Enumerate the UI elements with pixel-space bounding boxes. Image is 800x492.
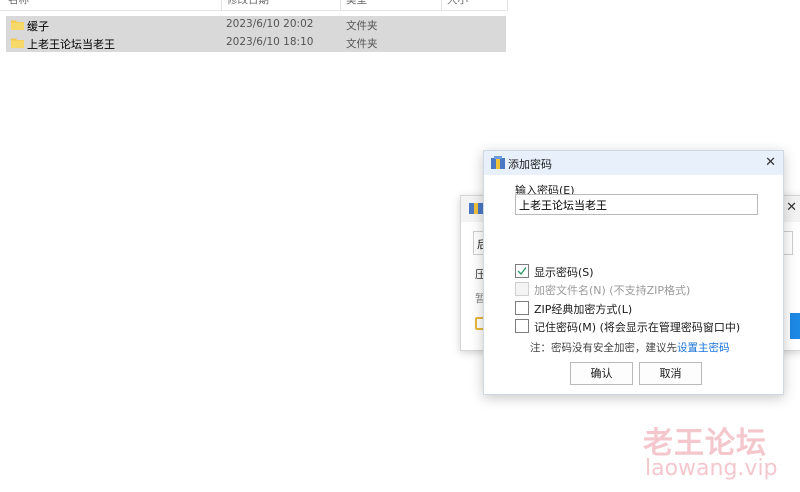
set-master-password-link[interactable]: 设置主密码 bbox=[677, 342, 730, 354]
file-modified: 2023/6/10 18:10 bbox=[226, 36, 314, 48]
file-type: 文件夹 bbox=[346, 38, 378, 50]
column-divider[interactable] bbox=[507, 0, 508, 10]
remember-password-checkbox[interactable] bbox=[515, 319, 529, 333]
option-label: ZIP经典加密方式(L) bbox=[534, 303, 633, 316]
option-label: 加密文件名(N) (不支持ZIP格式) bbox=[534, 284, 691, 297]
option-label: 显示密码(S) bbox=[534, 266, 594, 279]
column-divider[interactable] bbox=[441, 0, 442, 10]
column-name[interactable]: 名称 bbox=[8, 0, 29, 10]
encrypt-filename-checkbox bbox=[515, 282, 529, 296]
compress-button[interactable] bbox=[790, 313, 800, 339]
ok-button[interactable]: 确认 bbox=[570, 362, 633, 385]
dialog-title: 添加密码 bbox=[508, 158, 552, 171]
archive-icon bbox=[491, 156, 505, 169]
close-icon[interactable]: ✕ bbox=[786, 200, 797, 215]
watermark-url: laowang.vip bbox=[645, 456, 778, 481]
file-type: 文件夹 bbox=[346, 20, 378, 32]
folder-icon bbox=[11, 38, 24, 48]
folder-icon bbox=[11, 20, 24, 30]
close-icon[interactable]: ✕ bbox=[765, 155, 776, 170]
file-row[interactable]: 上老王论坛当老王 2023/6/10 18:10 文件夹 bbox=[6, 34, 506, 52]
archive-icon bbox=[469, 203, 483, 214]
column-modified[interactable]: 修改日期 bbox=[227, 0, 269, 10]
file-name: 上老王论坛当老王 bbox=[27, 38, 115, 51]
column-divider[interactable] bbox=[221, 0, 222, 10]
file-name: 缓子 bbox=[27, 20, 49, 33]
file-modified: 2023/6/10 20:02 bbox=[226, 18, 314, 30]
option-label: 记住密码(M) (将会显示在管理密码窗口中) bbox=[534, 321, 741, 334]
dialog-titlebar[interactable]: 添加密码 ✕ bbox=[484, 151, 783, 175]
show-password-checkbox[interactable] bbox=[515, 264, 529, 278]
security-note: 注：密码没有安全加密，建议先设置主密码 bbox=[530, 340, 730, 355]
cancel-button[interactable]: 取消 bbox=[639, 362, 702, 385]
password-input[interactable] bbox=[515, 194, 758, 215]
column-type[interactable]: 类型 bbox=[346, 0, 367, 10]
file-list-header: 名称 修改日期 类型 大小 bbox=[0, 0, 508, 11]
column-divider[interactable] bbox=[340, 0, 341, 10]
zip-classic-checkbox[interactable] bbox=[515, 301, 529, 315]
note-text: 注：密码没有安全加密，建议先 bbox=[530, 342, 677, 354]
file-row[interactable]: 缓子 2023/6/10 20:02 文件夹 bbox=[6, 16, 506, 34]
add-password-dialog: 添加密码 ✕ 输入密码(E) 显示密码(S) 加密文件名(N) (不支持ZIP格… bbox=[483, 150, 784, 395]
checkmark-icon bbox=[517, 267, 527, 276]
column-size[interactable]: 大小 bbox=[447, 0, 468, 10]
